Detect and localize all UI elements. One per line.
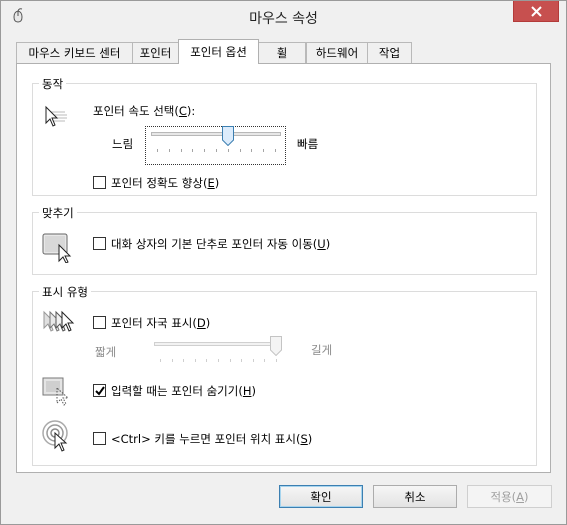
visibility-group: 표시 유형 포인터 자국 표시(D) 짧게 길게 입력할 때는 포인터 숨기기(… xyxy=(32,284,537,466)
slider-tick xyxy=(239,149,241,152)
snap-group-label: 맞추기 xyxy=(39,205,77,221)
precision-label-text: 포인터 정확도 향상( xyxy=(111,176,208,190)
hide-label-text: 입력할 때는 포인터 숨기기( xyxy=(111,384,243,398)
tab-wheel-label: 휠 xyxy=(276,46,288,60)
slider-tick xyxy=(241,359,243,362)
snap-to-default-button-icon xyxy=(42,233,72,263)
snap-to-checkbox[interactable] xyxy=(93,237,106,250)
show-location-label: <Ctrl> 키를 누르면 포인터 위치 표시(S) xyxy=(111,431,312,447)
speed-fast-label: 빠름 xyxy=(297,137,319,151)
pointer-trails-label: 포인터 자국 표시(D) xyxy=(111,315,210,331)
pointer-speed-label-tail: ): xyxy=(186,104,196,118)
slider-tick xyxy=(216,149,217,152)
slider-tick xyxy=(206,359,208,362)
tab-tasks[interactable]: 작업 xyxy=(367,42,412,63)
slider-tick xyxy=(157,149,158,152)
slider-tick xyxy=(160,359,161,362)
show-location-icon xyxy=(42,420,68,452)
pointer-speed-access-key: C xyxy=(178,104,187,118)
precision-checkbox[interactable] xyxy=(93,176,106,189)
hide-access-key: H xyxy=(242,384,252,398)
cancel-button[interactable]: 취소 xyxy=(373,485,457,508)
slider-tick xyxy=(275,149,276,152)
trails-access-key: D xyxy=(196,316,206,330)
tab-pointer-options[interactable]: 포인터 옵션 xyxy=(178,39,259,64)
visibility-group-label: 표시 유형 xyxy=(39,284,91,300)
close-icon xyxy=(530,5,542,17)
mouse-properties-window: 마우스 속성 마우스 키보드 센터 포인터 포인터 옵션 휠 하드웨어 작업 동… xyxy=(0,0,567,525)
slider-tick xyxy=(227,149,229,152)
slider-tick xyxy=(194,359,196,362)
ctrl-access-key: S xyxy=(300,432,308,446)
slider-tick xyxy=(229,359,231,362)
tab-wheel[interactable]: 휠 xyxy=(258,42,306,63)
trails-long-label: 길게 xyxy=(311,343,333,357)
snap-to-group: 맞추기 대화 상자의 기본 단추로 포인터 자동 이동(U) xyxy=(32,205,537,275)
slider-tick xyxy=(252,359,254,362)
slider-thumb[interactable] xyxy=(270,336,282,356)
slider-tick xyxy=(183,359,185,362)
slider-tick xyxy=(168,149,170,152)
precision-label: 포인터 정확도 향상(E) xyxy=(111,175,219,191)
snap-access-key: U xyxy=(317,237,326,251)
speed-slider-track xyxy=(151,132,281,136)
apply-access-key: A xyxy=(516,489,525,504)
tab-mouse-keyboard-center[interactable]: 마우스 키보드 센터 xyxy=(16,42,133,63)
pointer-speed-icon xyxy=(45,105,67,127)
precision-label-tail: ) xyxy=(214,176,220,190)
speed-slow-label: 느림 xyxy=(112,137,134,151)
ctrl-label-text: <Ctrl> 키를 누르면 포인터 위치 표시( xyxy=(111,432,301,446)
slider-tick xyxy=(204,149,206,152)
slider-tick xyxy=(171,359,173,362)
close-button[interactable] xyxy=(513,1,559,22)
slider-thumb[interactable] xyxy=(221,126,234,146)
trails-length-slider[interactable] xyxy=(154,336,282,372)
hide-while-typing-label: 입력할 때는 포인터 숨기기(H) xyxy=(111,383,256,399)
pointer-trails-checkbox[interactable] xyxy=(93,316,106,329)
slider-tick xyxy=(263,149,265,152)
pointer-options-panel: 동작 포인터 속도 선택(C): 느림 빠름 포인터 정확도 향상(E) 맞추기… xyxy=(16,63,551,473)
ctrl-label-tail: ) xyxy=(307,432,313,446)
slider-tick xyxy=(218,359,219,362)
pointer-speed-label-text: 포인터 속도 선택( xyxy=(93,104,179,118)
tab-pointers[interactable]: 포인터 xyxy=(132,42,179,63)
precision-access-key: E xyxy=(207,176,215,190)
window-title: 마우스 속성 xyxy=(249,11,318,27)
slider-tick xyxy=(276,359,277,362)
show-location-checkbox[interactable] xyxy=(93,432,106,445)
tab-hardware[interactable]: 하드웨어 xyxy=(306,42,368,63)
hide-while-typing-icon xyxy=(42,377,70,406)
pointer-speed-label: 포인터 속도 선택(C): xyxy=(93,103,195,119)
hide-while-typing-checkbox[interactable] xyxy=(93,384,106,397)
trails-label-text: 포인터 자국 표시( xyxy=(111,316,197,330)
pointer-trails-icon xyxy=(43,310,75,332)
snap-label-text: 대화 상자의 기본 단추로 포인터 자동 이동( xyxy=(111,237,318,251)
trails-label-tail: ) xyxy=(205,316,211,330)
motion-group-label: 동작 xyxy=(39,76,67,92)
tab-strip: 마우스 키보드 센터 포인터 포인터 옵션 휠 하드웨어 작업 xyxy=(16,39,556,64)
title-bar[interactable]: 마우스 속성 xyxy=(1,1,566,31)
slider-tick xyxy=(264,359,266,362)
apply-label-tail: ) xyxy=(524,489,529,504)
ok-button[interactable]: 확인 xyxy=(279,485,363,508)
slider-tick xyxy=(251,149,253,152)
snap-label-tail: ) xyxy=(325,237,331,251)
check-icon xyxy=(95,386,105,396)
apply-button[interactable]: 적용(A) xyxy=(467,485,552,508)
pointer-speed-slider[interactable] xyxy=(151,126,281,162)
slider-tick xyxy=(180,149,182,152)
slider-tick xyxy=(192,149,194,152)
snap-to-label: 대화 상자의 기본 단추로 포인터 자동 이동(U) xyxy=(111,236,330,252)
trails-short-label: 짧게 xyxy=(95,345,117,359)
apply-label-text: 적용( xyxy=(490,489,517,504)
motion-group: 동작 포인터 속도 선택(C): 느림 빠름 포인터 정확도 향상(E) xyxy=(32,76,537,196)
hide-label-tail: ) xyxy=(251,384,257,398)
trails-slider-track xyxy=(154,342,282,346)
